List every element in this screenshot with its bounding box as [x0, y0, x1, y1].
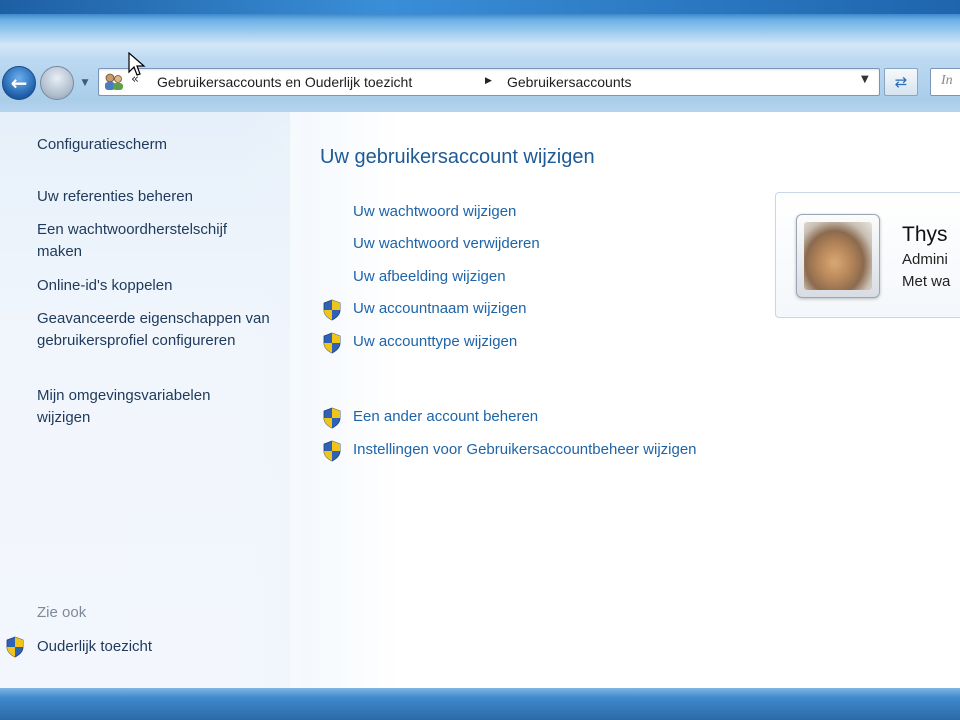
change-password-link[interactable]: Uw wachtwoord wijzigen — [353, 203, 516, 220]
uac-settings-link[interactable]: Instellingen voor Gebruikersaccountbehee… — [353, 441, 697, 458]
account-type: Admini — [902, 251, 948, 268]
address-bar[interactable]: « Gebruikersaccounts en Ouderlijk toezic… — [98, 68, 880, 96]
page-title: Uw gebruikersaccount wijzigen — [320, 146, 595, 168]
change-account-type-link[interactable]: Uw accounttype wijzigen — [353, 333, 517, 350]
kitten-picture-icon — [804, 222, 872, 290]
uac-shield-icon — [323, 299, 341, 321]
breadcrumb-separator-icon[interactable]: ▶ — [485, 76, 492, 86]
forward-button[interactable] — [40, 66, 74, 100]
account-name: Thys — [902, 223, 948, 246]
mouse-cursor-icon — [128, 52, 146, 76]
back-arrow-icon: ← — [10, 71, 28, 95]
sidebar-item-referenties[interactable]: Uw referenties beheren — [37, 186, 277, 208]
avatar — [796, 214, 880, 298]
sidebar-item-wachtwoordherstelschijf[interactable]: Een wachtwoordherstelschijf maken — [37, 219, 272, 263]
refresh-button[interactable]: ⇄ — [884, 68, 918, 96]
breadcrumb-current[interactable]: Gebruikersaccounts — [507, 74, 632, 90]
sidebar-item-ouderlijk-toezicht[interactable]: Ouderlijk toezicht — [37, 636, 277, 658]
uac-shield-icon — [323, 332, 341, 354]
account-status: Met wa — [902, 273, 951, 290]
change-account-name-link[interactable]: Uw accountnaam wijzigen — [353, 300, 526, 317]
see-also-heading: Zie ook — [37, 604, 87, 621]
address-dropdown-icon[interactable]: ▼ — [861, 74, 869, 85]
back-button[interactable]: ← — [2, 66, 36, 100]
uac-shield-icon — [323, 440, 341, 462]
content-area: Configuratiescherm Uw referenties behere… — [0, 112, 960, 688]
sidebar-item-configuratiescherm[interactable]: Configuratiescherm — [37, 134, 277, 156]
users-folder-icon — [105, 73, 123, 90]
uac-shield-icon — [6, 636, 24, 658]
sidebar-item-gebruikersprofiel[interactable]: Geavanceerde eigenschappen van gebruiker… — [37, 308, 277, 352]
search-input[interactable]: In — [930, 68, 960, 96]
window-bottom-frame — [0, 688, 960, 720]
remove-password-link[interactable]: Uw wachtwoord verwijderen — [353, 235, 540, 252]
uac-shield-icon — [323, 407, 341, 429]
change-picture-link[interactable]: Uw afbeelding wijzigen — [353, 268, 506, 285]
account-card: Thys Admini Met wa — [775, 192, 960, 318]
manage-other-account-link[interactable]: Een ander account beheren — [353, 408, 538, 425]
sidebar-item-online-ids[interactable]: Online-id's koppelen — [37, 275, 277, 297]
recent-pages-dropdown[interactable]: ▼ — [78, 76, 92, 90]
refresh-icon: ⇄ — [894, 73, 908, 91]
sidebar-item-omgevingsvariabelen[interactable]: Mijn omgevingsvariabelen wijzigen — [37, 385, 257, 429]
breadcrumb-parent[interactable]: Gebruikersaccounts en Ouderlijk toezicht — [157, 74, 412, 90]
